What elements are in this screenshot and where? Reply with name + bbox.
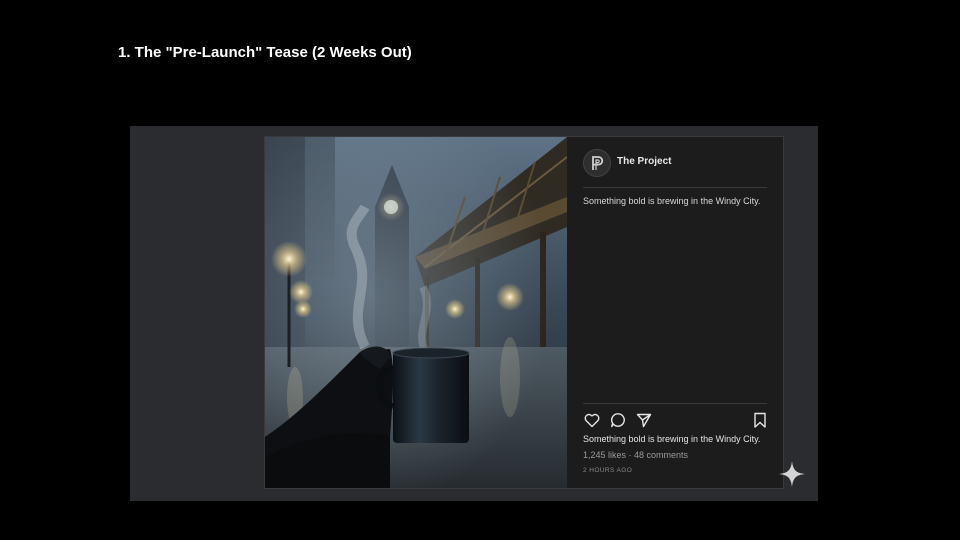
post-timestamp: 2 HOURS AGO <box>583 467 633 474</box>
comments-count[interactable]: 48 comments <box>634 450 688 460</box>
share-icon[interactable] <box>635 411 653 429</box>
stylized-p-logo-icon <box>592 156 604 170</box>
actions-divider <box>583 403 767 404</box>
sparkle-icon <box>779 461 805 487</box>
post-caption-footer: Something bold is brewing in the Windy C… <box>583 434 761 444</box>
bookmark-icon[interactable] <box>751 411 769 429</box>
account-avatar[interactable] <box>583 149 611 177</box>
account-name[interactable]: The Project <box>617 156 671 167</box>
likes-count[interactable]: 1,245 likes <box>583 450 626 460</box>
heart-icon[interactable] <box>583 411 601 429</box>
post-stats: 1,245 likes · 48 comments <box>583 450 688 460</box>
mockup-panel: The Project Something bold is brewing in… <box>130 126 818 501</box>
post-header: The Project <box>583 149 767 188</box>
instagram-post: The Project Something bold is brewing in… <box>264 136 784 489</box>
post-photo[interactable] <box>265 137 567 488</box>
stats-separator: · <box>626 450 635 460</box>
slide-title: 1. The "Pre-Launch" Tease (2 Weeks Out) <box>118 44 412 61</box>
post-sidebar: The Project Something bold is brewing in… <box>567 137 783 488</box>
comment-icon[interactable] <box>609 411 627 429</box>
post-caption: Something bold is brewing in the Windy C… <box>583 196 761 206</box>
